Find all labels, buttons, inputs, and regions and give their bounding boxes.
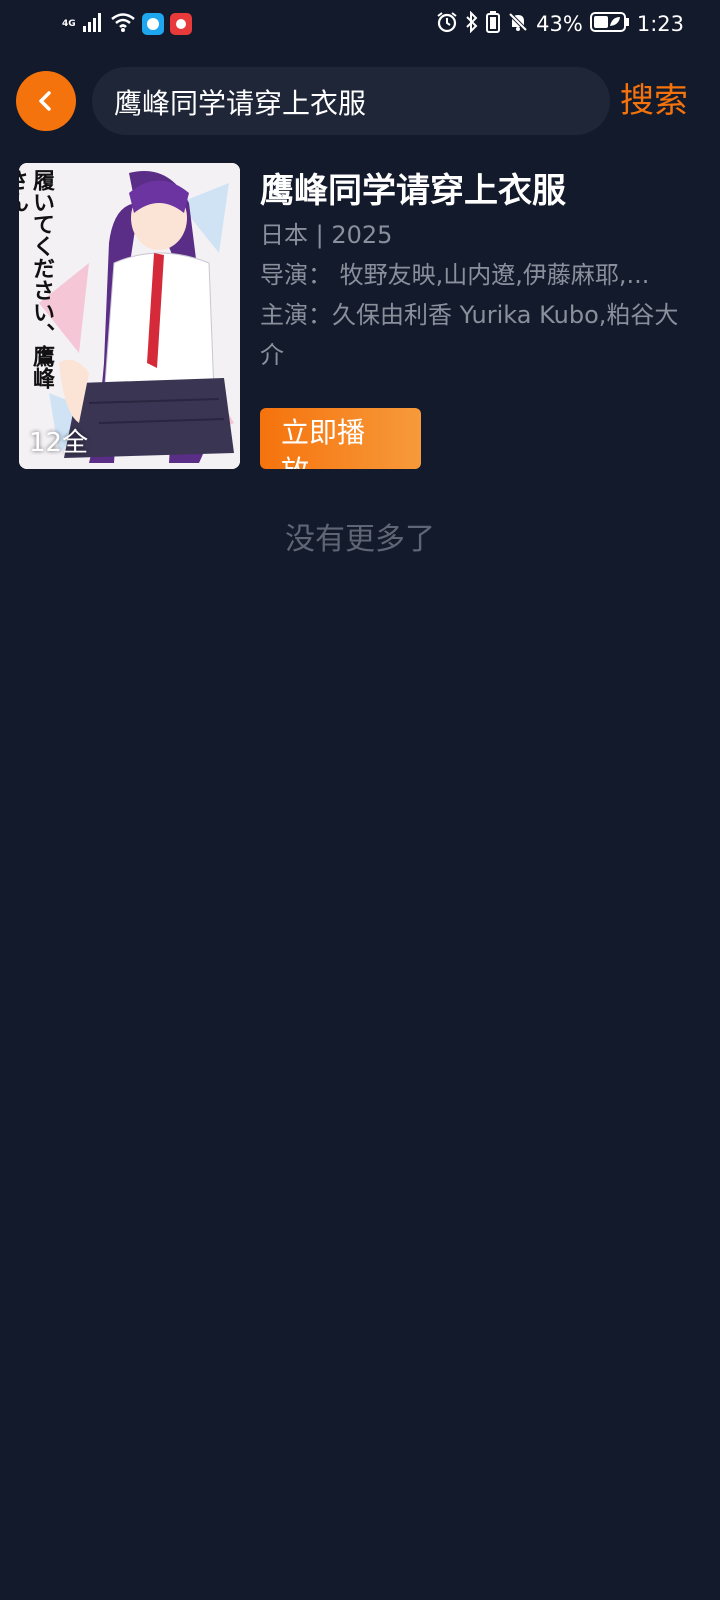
search-box[interactable]	[92, 67, 610, 137]
battery-saver-icon	[486, 10, 501, 38]
wifi-icon	[110, 11, 136, 37]
search-input[interactable]	[112, 67, 596, 137]
video-app-icon	[170, 13, 192, 35]
poster-title-text: 履いてください、鷹峰さん	[19, 169, 55, 389]
back-button[interactable]	[16, 71, 76, 131]
region-year: 日本 | 2025	[260, 221, 393, 249]
result-info: 鹰峰同学请穿上衣服 日本 | 2025 导演： 牧野友映,山内遼,伊藤麻耶,..…	[260, 163, 710, 469]
signal-icon	[82, 11, 104, 37]
play-now-label: 立即播放	[281, 416, 366, 469]
messaging-app-icon	[142, 13, 164, 35]
result-title[interactable]: 鹰峰同学请穿上衣服	[260, 167, 710, 215]
chevron-left-icon	[39, 91, 51, 111]
result-item[interactable]: 履いてください、鷹峰さん 12全 鹰峰同学请穿上衣服 日本 | 2025 导演：…	[19, 163, 709, 469]
director-line: 导演： 牧野友映,山内遼,伊藤麻耶,...	[260, 261, 650, 289]
episode-count-badge: 12全	[29, 428, 89, 458]
search-button[interactable]: 搜索	[620, 76, 688, 126]
play-now-button[interactable]: 立即播放	[260, 408, 421, 469]
battery-percent: 43%	[536, 12, 583, 36]
no-more-results: 没有更多了	[285, 522, 435, 557]
mute-notifications-icon	[507, 11, 529, 38]
battery-icon	[589, 11, 630, 38]
clock-time: 1:23	[636, 12, 684, 36]
bluetooth-icon	[465, 10, 479, 38]
network-type-label: 4G	[62, 18, 76, 29]
search-header: 搜索	[0, 66, 720, 137]
alarm-icon	[436, 11, 458, 38]
cast-line: 主演：久保由利香 Yurika Kubo,粕谷大介	[260, 301, 679, 369]
status-bar: 4G 43% 1:23	[0, 0, 720, 48]
poster-image[interactable]: 履いてください、鷹峰さん 12全	[19, 163, 240, 469]
